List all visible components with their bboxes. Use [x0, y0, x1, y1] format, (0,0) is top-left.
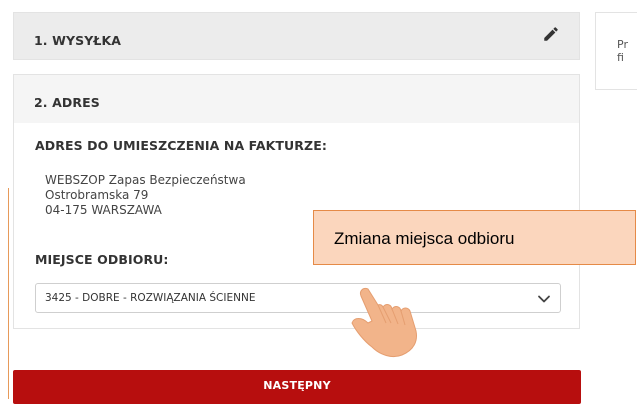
pickup-location-select[interactable]: 3425 - DOBRE - ROZWIĄZANIA ŚCIENNE [35, 283, 561, 313]
step-shipping-panel: 1. WYSYŁKA [13, 12, 580, 60]
order-summary-box: Pr fi [595, 12, 637, 90]
order-summary-text: Pr fi [617, 38, 628, 64]
step-address-title: 2. ADRES [34, 95, 100, 110]
pickup-location-value: 3425 - DOBRE - ROZWIĄZANIA ŚCIENNE [45, 292, 256, 304]
chevron-down-icon [538, 295, 550, 303]
pointing-hand-icon [351, 288, 417, 358]
invoice-address-line-3: 04-175 WARSZAWA [45, 203, 162, 217]
invoice-address-line-2: Ostrobramska 79 [45, 188, 149, 202]
step-address-panel: 2. ADRES ADRES DO UMIESZCZENIA NA FAKTUR… [13, 74, 580, 329]
tutorial-callout-text: Zmiana miejsca odbioru [334, 229, 515, 248]
invoice-address-label: ADRES DO UMIESZCZENIA NA FAKTURZE: [35, 138, 327, 153]
highlight-frame-edge [8, 188, 9, 399]
step-shipping-title: 1. WYSYŁKA [34, 33, 122, 48]
next-button-label: NASTĘPNY [263, 379, 331, 392]
pencil-icon[interactable] [542, 25, 560, 43]
pickup-location-label: MIEJSCE ODBIORU: [35, 252, 169, 267]
invoice-address-line-1: WEBSZOP Zapas Bezpieczeństwa [45, 173, 246, 187]
tutorial-callout: Zmiana miejsca odbioru [313, 210, 636, 265]
